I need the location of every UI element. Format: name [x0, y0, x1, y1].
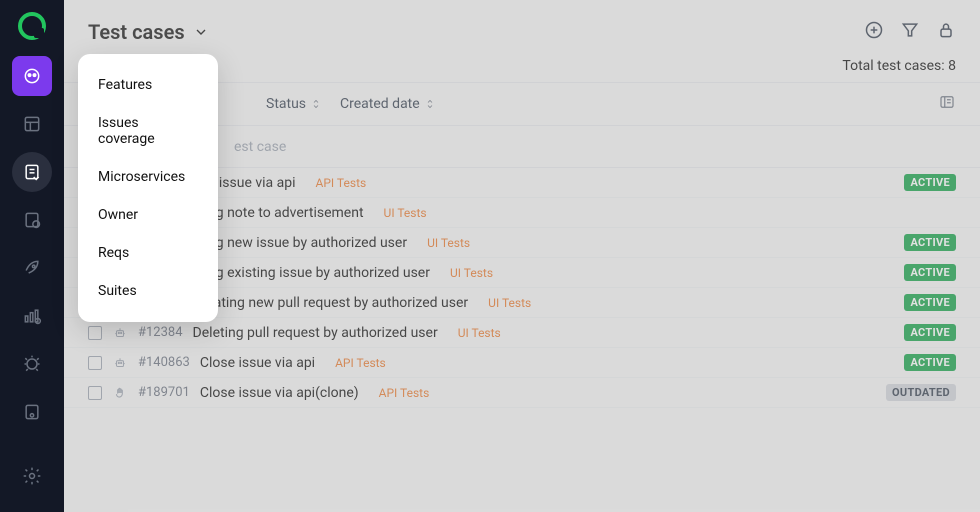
row-tag: API Tests	[335, 356, 386, 370]
app-logo	[18, 12, 46, 40]
status-badge: ACTIVE	[904, 234, 956, 251]
nav-plans-icon[interactable]	[12, 200, 52, 240]
sort-icon	[310, 98, 322, 110]
lock-button[interactable]	[936, 20, 956, 44]
app-sidebar	[0, 0, 64, 512]
nav-envs-icon[interactable]	[12, 392, 52, 432]
filter-button[interactable]	[900, 20, 920, 44]
table-row[interactable]: #140863 Close issue via api API Tests ACTIV…	[64, 348, 980, 378]
row-name: e issue via api	[208, 175, 296, 191]
topbar: Test cases	[64, 0, 980, 54]
table-row[interactable]: #12384 Deleting pull request by authorize…	[64, 318, 980, 348]
view-selector[interactable]: Test cases	[88, 20, 209, 44]
status-badge: ACTIVE	[904, 324, 956, 341]
chevron-down-icon	[193, 24, 209, 40]
dropdown-item-reqs[interactable]: Reqs	[78, 234, 218, 272]
dropdown-item-issues[interactable]: Issues coverage	[78, 104, 218, 158]
table-row[interactable]: #189701 Close issue via api(clone) API Tes…	[64, 378, 980, 408]
sort-icon	[424, 98, 436, 110]
row-name: ng note to advertisement	[208, 205, 364, 221]
new-placeholder: est case	[234, 139, 286, 155]
page-title: Test cases	[88, 20, 185, 44]
row-checkbox[interactable]	[88, 356, 102, 370]
nav-launches-icon[interactable]	[12, 248, 52, 288]
hand-icon	[112, 386, 128, 400]
top-actions	[864, 20, 956, 44]
row-name: Close issue via api	[200, 355, 315, 371]
add-button[interactable]	[864, 20, 884, 44]
row-tag: UI Tests	[458, 326, 501, 340]
status-badge: OUTDATED	[886, 384, 956, 401]
nav-dashboard-icon[interactable]	[12, 104, 52, 144]
row-tag: UI Tests	[488, 296, 531, 310]
nav-analytics-icon[interactable]	[12, 296, 52, 336]
row-tag: API Tests	[316, 176, 367, 190]
column-status[interactable]: Status	[266, 96, 322, 112]
nav-testcases-icon[interactable]	[12, 152, 52, 192]
view-dropdown: Features Issues coverage Microservices O…	[78, 54, 218, 322]
row-name: Deleting pull request by authorized user	[193, 325, 438, 341]
row-tag: UI Tests	[450, 266, 493, 280]
row-checkbox[interactable]	[88, 326, 102, 340]
columns-config-icon[interactable]	[938, 93, 956, 115]
nav-settings-icon[interactable]	[12, 456, 52, 496]
dropdown-item-owner[interactable]: Owner	[78, 196, 218, 234]
column-created[interactable]: Created date	[340, 96, 436, 112]
row-tag: API Tests	[379, 386, 430, 400]
automation-icon	[112, 356, 128, 370]
total-count: 8	[948, 58, 956, 74]
row-checkbox[interactable]	[88, 386, 102, 400]
dropdown-item-suites[interactable]: Suites	[78, 272, 218, 310]
dropdown-item-microservices[interactable]: Microservices	[78, 158, 218, 196]
row-id: #189701	[138, 385, 190, 400]
status-badge: ACTIVE	[904, 264, 956, 281]
row-name: Creating new pull request by authorized …	[193, 295, 469, 311]
row-id: #140863	[138, 355, 190, 370]
status-badge: ACTIVE	[904, 354, 956, 371]
dropdown-item-features[interactable]: Features	[78, 66, 218, 104]
status-badge: ACTIVE	[904, 294, 956, 311]
status-badge: ACTIVE	[904, 174, 956, 191]
row-name: ng new issue by authorized user	[208, 235, 407, 251]
automation-icon	[112, 326, 128, 340]
nav-project-icon[interactable]	[12, 56, 52, 96]
row-name: ng existing issue by authorized user	[208, 265, 430, 281]
nav-defects-icon[interactable]	[12, 344, 52, 384]
row-id: #12384	[138, 325, 183, 340]
row-tag: UI Tests	[384, 206, 427, 220]
row-tag: UI Tests	[427, 236, 470, 250]
total-label: Total test cases:	[842, 58, 944, 74]
row-name: Close issue via api(clone)	[200, 385, 359, 401]
